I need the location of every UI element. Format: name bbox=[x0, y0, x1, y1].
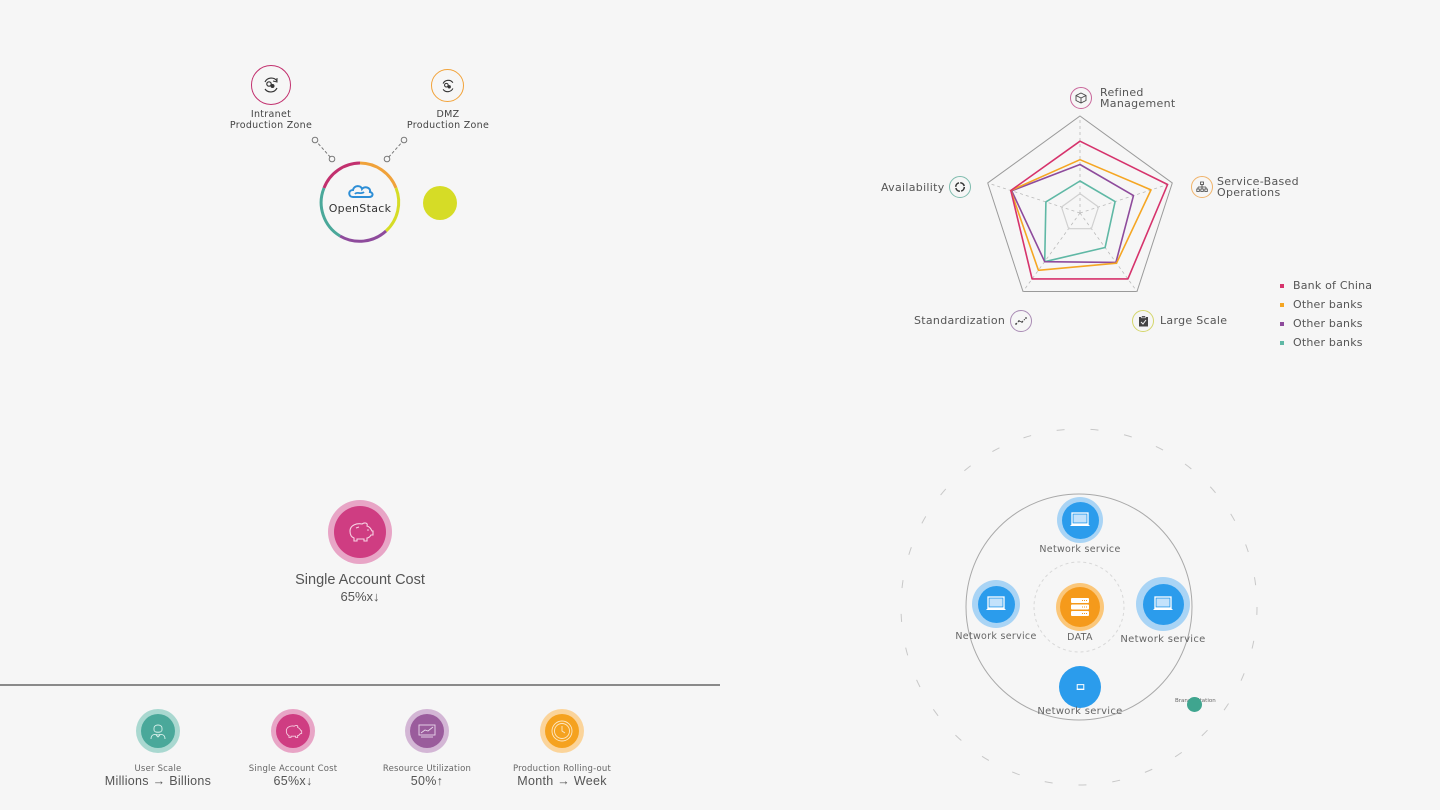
sync-icon bbox=[264, 77, 278, 93]
radar-spoke bbox=[987, 182, 1081, 214]
refined-management-badge[interactable] bbox=[1070, 87, 1092, 109]
dmz-zone-node[interactable] bbox=[431, 69, 464, 102]
refresh-icon bbox=[954, 181, 966, 193]
laptop-icon bbox=[1153, 596, 1173, 610]
large-scale-badge[interactable] bbox=[1132, 310, 1154, 332]
piggy-bank-icon bbox=[349, 522, 374, 542]
openstack-label: OpenStack bbox=[328, 202, 392, 215]
service-based-operations-label: Service-Based Operations bbox=[1217, 175, 1299, 199]
legend-swatch bbox=[1280, 340, 1284, 345]
network-service-node-bottom[interactable] bbox=[1059, 666, 1101, 708]
network-service-node-top[interactable] bbox=[1057, 497, 1103, 543]
resource-utilization-inner bbox=[410, 714, 444, 748]
network-service-label-top: Network service bbox=[1039, 544, 1121, 555]
cloud-icon bbox=[348, 185, 374, 198]
large-scale-label: Large Scale bbox=[1160, 314, 1228, 327]
network-node-inner bbox=[1061, 501, 1099, 539]
single-account-cost-title: Single Account Cost bbox=[248, 764, 338, 774]
radar-chart bbox=[987, 115, 1173, 292]
intranet-zone-label: Intranet Production Zone bbox=[229, 109, 313, 131]
single-account-cost-inner bbox=[276, 714, 310, 748]
highlight-metric-inner bbox=[334, 506, 386, 558]
resource-utilization-badge[interactable] bbox=[405, 709, 449, 753]
legend-swatch bbox=[1280, 302, 1284, 307]
laptop-icon bbox=[986, 596, 1006, 610]
radar-spoke bbox=[1079, 182, 1173, 214]
user-scale-title: User Scale bbox=[134, 764, 182, 774]
server-icon bbox=[1071, 598, 1089, 616]
single-account-cost-badge[interactable] bbox=[271, 709, 315, 753]
user-scale-inner bbox=[141, 714, 175, 748]
dmz-zone-label: DMZ Production Zone bbox=[406, 109, 490, 131]
legend-swatch bbox=[1280, 321, 1284, 326]
chart-screen-icon bbox=[418, 724, 436, 738]
connector-node bbox=[400, 136, 408, 144]
legend-item[interactable]: Other banks bbox=[1280, 333, 1372, 352]
refined-management-label: Refined Management bbox=[1100, 86, 1176, 110]
production-rolling-out-inner bbox=[545, 714, 579, 748]
section-divider bbox=[0, 684, 720, 686]
network-service-label-bottom: Network service bbox=[1037, 706, 1123, 717]
user-scale-badge[interactable] bbox=[136, 709, 180, 753]
resource-utilization-title: Resource Utilization bbox=[382, 764, 472, 774]
user-scale-value: Millions → Billions bbox=[104, 774, 212, 788]
network-service-label-right: Network service bbox=[1120, 634, 1206, 645]
trend-icon bbox=[1015, 317, 1027, 325]
dmz-connector bbox=[386, 139, 405, 160]
laptop-icon bbox=[1075, 683, 1085, 690]
legend-item[interactable]: Bank of China bbox=[1280, 276, 1372, 295]
user-icon bbox=[150, 724, 166, 740]
standardization-badge[interactable] bbox=[1010, 310, 1032, 332]
clipboard-icon bbox=[1138, 315, 1148, 327]
highlight-metric-badge[interactable] bbox=[328, 500, 392, 564]
production-rolling-out-title: Production Rolling-out bbox=[512, 764, 612, 774]
network-service-node-left[interactable] bbox=[972, 580, 1020, 628]
connector-node bbox=[311, 136, 319, 144]
branch-station-node[interactable] bbox=[1187, 697, 1202, 712]
resource-utilization-value: 50%↑ bbox=[410, 774, 444, 788]
intranet-zone-node[interactable] bbox=[251, 65, 291, 105]
radar-legend: Bank of China Other banks Other banks Ot… bbox=[1280, 276, 1372, 352]
legend-item[interactable]: Other banks bbox=[1280, 295, 1372, 314]
network-node-inner bbox=[1142, 583, 1184, 625]
clock-icon bbox=[551, 720, 573, 742]
availability-label: Availability bbox=[881, 181, 945, 194]
production-rolling-out-value: Month → Week bbox=[517, 774, 607, 788]
intranet-connector bbox=[314, 139, 333, 160]
highlight-metric-value: 65%x↓ bbox=[340, 589, 380, 604]
production-rolling-out-badge[interactable] bbox=[540, 709, 584, 753]
single-account-cost-value: 65%x↓ bbox=[273, 774, 313, 788]
hierarchy-icon bbox=[1196, 181, 1208, 192]
cube-icon bbox=[1075, 92, 1087, 104]
data-center-node[interactable] bbox=[1056, 583, 1104, 631]
availability-badge[interactable] bbox=[949, 176, 971, 198]
laptop-icon bbox=[1070, 512, 1090, 526]
network-service-node-right[interactable] bbox=[1136, 577, 1190, 631]
satellite-dot[interactable] bbox=[423, 186, 457, 220]
openstack-hub[interactable]: OpenStack bbox=[318, 160, 402, 244]
standardization-label: Standardization bbox=[914, 314, 1006, 327]
highlight-metric-title: Single Account Cost bbox=[295, 572, 425, 588]
data-center-label: DATA bbox=[1067, 632, 1093, 643]
service-based-operations-badge[interactable] bbox=[1191, 176, 1213, 198]
piggy-bank-icon bbox=[285, 724, 303, 738]
network-service-label-left: Network service bbox=[955, 631, 1037, 642]
legend-swatch bbox=[1280, 283, 1284, 288]
legend-item[interactable]: Other banks bbox=[1280, 314, 1372, 333]
radar-spoke bbox=[1079, 212, 1138, 292]
sync-icon bbox=[442, 79, 453, 92]
data-center-inner bbox=[1060, 587, 1100, 627]
network-node-inner bbox=[977, 585, 1015, 623]
